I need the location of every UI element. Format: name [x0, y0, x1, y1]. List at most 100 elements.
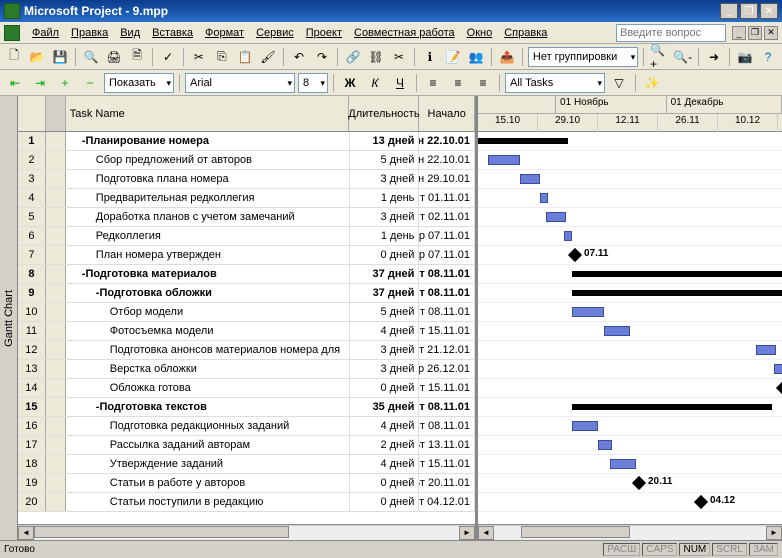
task-name[interactable]: План номера утвержден [66, 246, 350, 264]
task-name[interactable]: Редколлегия [66, 227, 350, 245]
table-row[interactable]: 14Обложка готова0 днейЧт 15.11.01 [18, 379, 475, 398]
task-name[interactable]: Сбор предложений от авторов [66, 151, 350, 169]
task-duration[interactable]: 5 дней [350, 151, 420, 169]
task-bar[interactable] [756, 345, 776, 355]
task-duration[interactable]: 0 дней [350, 379, 420, 397]
grouping-combo[interactable]: Нет группировки [528, 47, 638, 67]
gantt-hscroll[interactable]: ◄ ► [478, 524, 782, 540]
gantt-scroll-right-icon[interactable]: ► [766, 526, 782, 540]
task-duration[interactable]: 3 дней [350, 360, 420, 378]
save-button[interactable]: 💾 [50, 46, 70, 68]
task-name[interactable]: Статьи поступили в редакцию [66, 493, 350, 511]
unlink-button[interactable]: ⛓ [366, 46, 386, 68]
task-duration[interactable]: 5 дней [350, 303, 420, 321]
table-row[interactable]: 6Редколлегия1 деньСр 07.11.01 [18, 227, 475, 246]
task-bar[interactable] [572, 421, 598, 431]
task-start[interactable]: Чт 01.11.01 [419, 189, 475, 207]
task-duration[interactable]: 0 дней [350, 246, 420, 264]
task-name[interactable]: Доработка планов с учетом замечаний [66, 208, 350, 226]
task-duration[interactable]: 1 день [350, 227, 420, 245]
summary-bar[interactable] [478, 138, 568, 144]
task-start[interactable]: Чт 08.11.01 [419, 284, 475, 302]
summary-bar[interactable] [572, 271, 782, 277]
menu-tools[interactable]: Сервис [250, 25, 300, 41]
task-bar[interactable] [520, 174, 540, 184]
task-start[interactable]: Вт 13.11.01 [419, 436, 475, 454]
task-name[interactable]: Подготовка анонсов материалов номера для [66, 341, 350, 359]
cut-button[interactable]: ✂ [189, 46, 209, 68]
table-row[interactable]: 17Рассылка заданий авторам2 днейВт 13.11… [18, 436, 475, 455]
task-name[interactable]: Отбор модели [66, 303, 350, 321]
undo-button[interactable]: ↶ [289, 46, 309, 68]
menu-help[interactable]: Справка [498, 25, 553, 41]
summary-bar[interactable] [572, 290, 782, 296]
task-start[interactable]: Ср 26.12.01 [419, 360, 475, 378]
task-name[interactable]: - Подготовка текстов [66, 398, 350, 416]
task-start[interactable]: Пт 21.12.01 [419, 341, 475, 359]
table-row[interactable]: 3Подготовка плана номера3 днейПн 29.10.0… [18, 170, 475, 189]
task-start[interactable]: Чт 15.11.01 [419, 379, 475, 397]
task-bar[interactable] [774, 364, 782, 374]
task-name[interactable]: Фотосъемка модели [66, 322, 350, 340]
task-start[interactable]: Чт 08.11.01 [419, 398, 475, 416]
menu-view[interactable]: Вид [114, 25, 146, 41]
underline-button[interactable]: Ч [389, 72, 411, 94]
milestone-icon[interactable] [568, 248, 582, 262]
table-row[interactable]: 10Отбор модели5 днейЧт 08.11.01 [18, 303, 475, 322]
task-start[interactable]: Пн 22.10.01 [419, 132, 475, 150]
task-name[interactable]: Утверждение заданий [66, 455, 350, 473]
table-row[interactable]: 5Доработка планов с учетом замечаний3 дн… [18, 208, 475, 227]
zoom-out-button[interactable]: 🔍- [672, 46, 693, 68]
filter-combo[interactable]: All Tasks [505, 73, 605, 93]
autofilter-button[interactable]: ▽ [608, 72, 630, 94]
task-name[interactable]: Подготовка редакционных заданий [66, 417, 350, 435]
bold-button[interactable]: Ж [339, 72, 361, 94]
task-duration[interactable]: 0 дней [350, 474, 420, 492]
view-bar[interactable]: Gantt Chart [0, 96, 18, 540]
milestone-icon[interactable] [694, 495, 708, 509]
table-row[interactable]: 18Утверждение заданий4 днейЧт 15.11.01 [18, 455, 475, 474]
task-name[interactable]: Статьи в работе у авторов [66, 474, 350, 492]
align-center-button[interactable]: ≡ [447, 72, 469, 94]
scroll-left-icon[interactable]: ◄ [18, 526, 34, 540]
format-painter-button[interactable]: 🖌 [258, 46, 278, 68]
menu-edit[interactable]: Правка [65, 25, 114, 41]
task-start[interactable]: Пт 02.11.01 [419, 208, 475, 226]
task-duration[interactable]: 37 дней [350, 284, 420, 302]
task-start[interactable]: Чт 08.11.01 [419, 265, 475, 283]
milestone-icon[interactable] [776, 381, 782, 395]
redo-button[interactable]: ↷ [312, 46, 332, 68]
task-duration[interactable]: 3 дней [350, 208, 420, 226]
col-id-header[interactable] [18, 96, 46, 131]
menu-format[interactable]: Формат [199, 25, 250, 41]
copy-picture-button[interactable]: 📷 [735, 46, 755, 68]
new-button[interactable]: 🗋 [4, 46, 24, 68]
task-duration[interactable]: 3 дней [350, 341, 420, 359]
task-bar[interactable] [546, 212, 566, 222]
table-row[interactable]: 2Сбор предложений от авторов5 днейПн 22.… [18, 151, 475, 170]
task-duration[interactable]: 13 дней [350, 132, 420, 150]
publish-button[interactable]: 📤 [497, 46, 517, 68]
task-start[interactable]: Чт 15.11.01 [419, 322, 475, 340]
table-row[interactable]: 19Статьи в работе у авторов0 днейВт 20.1… [18, 474, 475, 493]
zoom-in-button[interactable]: 🔍+ [649, 46, 669, 68]
task-start[interactable]: Чт 08.11.01 [419, 303, 475, 321]
task-bar[interactable] [610, 459, 636, 469]
goto-task-button[interactable]: ➜ [704, 46, 724, 68]
task-name[interactable]: Верстка обложки [66, 360, 350, 378]
task-name[interactable]: - Подготовка обложки [66, 284, 350, 302]
col-duration-header[interactable]: Длительность [349, 96, 419, 131]
table-row[interactable]: 13Верстка обложки3 днейСр 26.12.01 [18, 360, 475, 379]
outdent-r-button[interactable]: ⇤ [4, 72, 26, 94]
task-duration[interactable]: 3 дней [350, 170, 420, 188]
task-name[interactable]: Рассылка заданий авторам [66, 436, 350, 454]
table-row[interactable]: 9- Подготовка обложки37 днейЧт 08.11.01 [18, 284, 475, 303]
mdi-restore[interactable]: ❐ [748, 26, 762, 40]
indent-r-button[interactable]: ⇥ [29, 72, 51, 94]
notes-button[interactable]: 📝 [443, 46, 463, 68]
task-bar[interactable] [540, 193, 548, 203]
table-row[interactable]: 12Подготовка анонсов материалов номера д… [18, 341, 475, 360]
task-duration[interactable]: 4 дней [350, 322, 420, 340]
menu-insert[interactable]: Вставка [146, 25, 199, 41]
task-name[interactable]: - Планирование номера [66, 132, 350, 150]
